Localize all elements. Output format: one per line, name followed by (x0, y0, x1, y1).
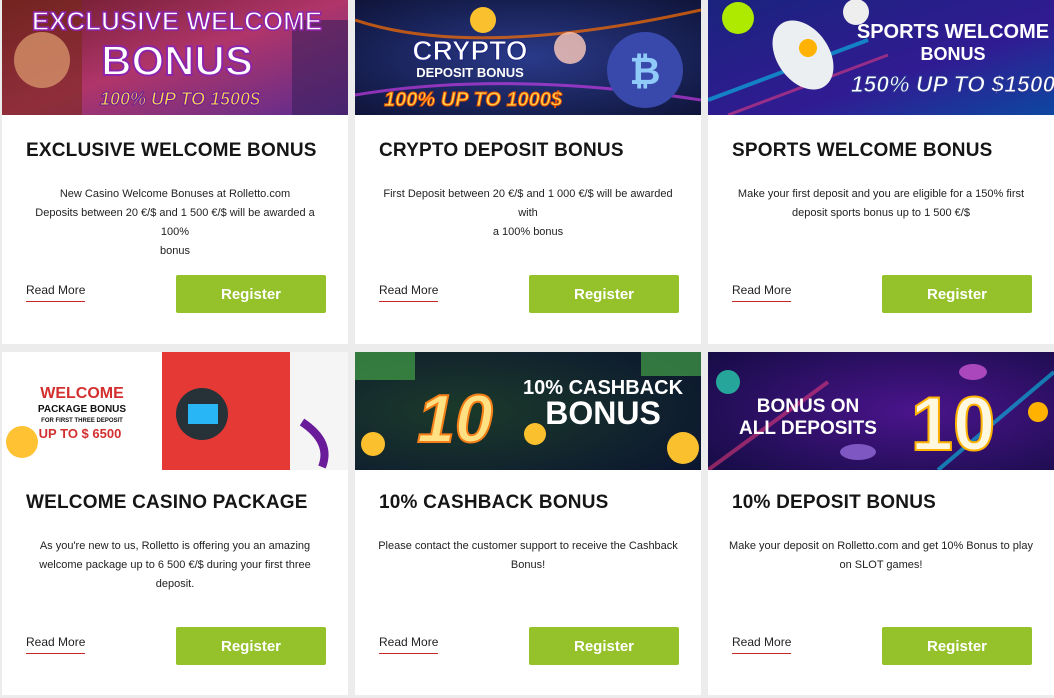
card-description: Make your deposit on Rolletto.com and ge… (728, 537, 1034, 575)
register-button[interactable]: Register (176, 275, 326, 313)
banner-line1: SPORTS WELCOME (857, 21, 1049, 43)
card-description: As you're new to us, Rolletto is offerin… (22, 537, 328, 594)
promo-banner-image: EXCLUSIVE WELCOME BONUS 100% UP TO 1500$ (2, 0, 348, 115)
card-title: WELCOME CASINO PACKAGE (26, 492, 308, 513)
banner-line3: 100% UP TO 1000$ (384, 89, 563, 111)
promo-banner-image: BONUS ON ALL DEPOSITS 10 (708, 352, 1054, 470)
register-button[interactable]: Register (529, 627, 679, 665)
desc-line: As you're new to us, Rolletto is offerin… (39, 540, 311, 552)
promo-card-welcome-package: WELCOME PACKAGE BONUS FOR FIRST THREE DE… (2, 352, 348, 695)
read-more-link[interactable]: Read More (732, 635, 792, 654)
register-button[interactable]: Register (882, 275, 1032, 313)
register-button[interactable]: Register (882, 627, 1032, 665)
banner-line1: WELCOME (40, 385, 124, 402)
banner-line2: ALL DEPOSITS (739, 418, 877, 439)
promo-card-cashback: 10 10% CASHBACK BONUS 10% CASHBACK BONUS… (355, 352, 701, 695)
card-title: EXCLUSIVE WELCOME BONUS (26, 140, 317, 161)
banner-line1: BONUS ON (757, 396, 859, 417)
banner-line4: UP TO $ 6500 (39, 426, 122, 441)
desc-line: Bonus! (510, 559, 546, 571)
desc-line: deposit. (155, 578, 195, 590)
promo-banner-image: ₿ CRYPTO DEPOSIT BONUS 100% UP TO 1000$ (355, 0, 701, 115)
desc-line: deposit sports bonus up to 1 500 €/$ (792, 207, 970, 219)
banner-line3: 150% UP TO $1500 (851, 71, 1054, 97)
read-more-link[interactable]: Read More (732, 283, 792, 302)
card-description: First Deposit between 20 €/$ and 1 000 €… (375, 185, 681, 242)
banner-line1: EXCLUSIVE WELCOME (32, 6, 322, 36)
desc-line: First Deposit between 20 €/$ and 1 000 €… (383, 188, 673, 219)
desc-line: Please contact the customer support to r… (378, 540, 678, 552)
desc-line: welcome package up to 6 500 €/$ during y… (39, 559, 311, 571)
card-title: CRYPTO DEPOSIT BONUS (379, 140, 624, 161)
promo-card-crypto-deposit: ₿ CRYPTO DEPOSIT BONUS 100% UP TO 1000$ … (355, 0, 701, 344)
banner-line2: BONUS (101, 37, 253, 84)
register-button[interactable]: Register (176, 627, 326, 665)
desc-line: Make your deposit on Rolletto.com and ge… (729, 540, 1033, 552)
promo-card-sports-welcome: SPORTS WELCOME BONUS 150% UP TO $1500 SP… (708, 0, 1054, 344)
desc-line: bonus (160, 245, 190, 257)
promo-banner-image: WELCOME PACKAGE BONUS FOR FIRST THREE DE… (2, 352, 348, 470)
desc-line: Make your first deposit and you are elig… (737, 188, 1025, 200)
desc-line: a 100% bonus (492, 226, 564, 238)
card-title: SPORTS WELCOME BONUS (732, 140, 993, 161)
promo-banner-image: 10 10% CASHBACK BONUS (355, 352, 701, 470)
banner-line2: BONUS (545, 395, 661, 431)
card-description: Make your first deposit and you are elig… (728, 185, 1034, 223)
desc-line: Deposits between 20 €/$ and 1 500 €/$ wi… (35, 207, 315, 238)
promo-banner-image: SPORTS WELCOME BONUS 150% UP TO $1500 (708, 0, 1054, 115)
banner-line3: 100% UP TO 1500$ (100, 89, 261, 109)
read-more-link[interactable]: Read More (26, 283, 86, 302)
banner-line2: BONUS (920, 44, 985, 64)
read-more-link[interactable]: Read More (379, 283, 439, 302)
read-more-link[interactable]: Read More (379, 635, 439, 654)
banner-big-number: 10 (911, 382, 996, 467)
promo-card-exclusive-welcome: EXCLUSIVE WELCOME BONUS 100% UP TO 1500$… (2, 0, 348, 344)
banner-big-number: 10 (417, 381, 493, 457)
promo-card-deposit-bonus: BONUS ON ALL DEPOSITS 10 10% DEPOSIT BON… (708, 352, 1054, 695)
desc-line: New Casino Welcome Bonuses at Rolletto.c… (59, 188, 291, 200)
card-title: 10% CASHBACK BONUS (379, 492, 609, 513)
read-more-link[interactable]: Read More (26, 635, 86, 654)
banner-line1: CRYPTO (412, 35, 527, 66)
svg-text:₿: ₿ (630, 51, 661, 93)
card-description: New Casino Welcome Bonuses at Rolletto.c… (22, 185, 328, 261)
card-description: Please contact the customer support to r… (375, 537, 681, 575)
banner-line2: PACKAGE BONUS (38, 404, 126, 415)
desc-line: on SLOT games! (839, 559, 923, 571)
banner-line3: FOR FIRST THREE DEPOSIT (41, 418, 123, 424)
card-title: 10% DEPOSIT BONUS (732, 492, 937, 513)
promotions-grid: EXCLUSIVE WELCOME BONUS 100% UP TO 1500$… (0, 0, 1054, 698)
register-button[interactable]: Register (529, 275, 679, 313)
banner-line2: DEPOSIT BONUS (416, 65, 524, 80)
